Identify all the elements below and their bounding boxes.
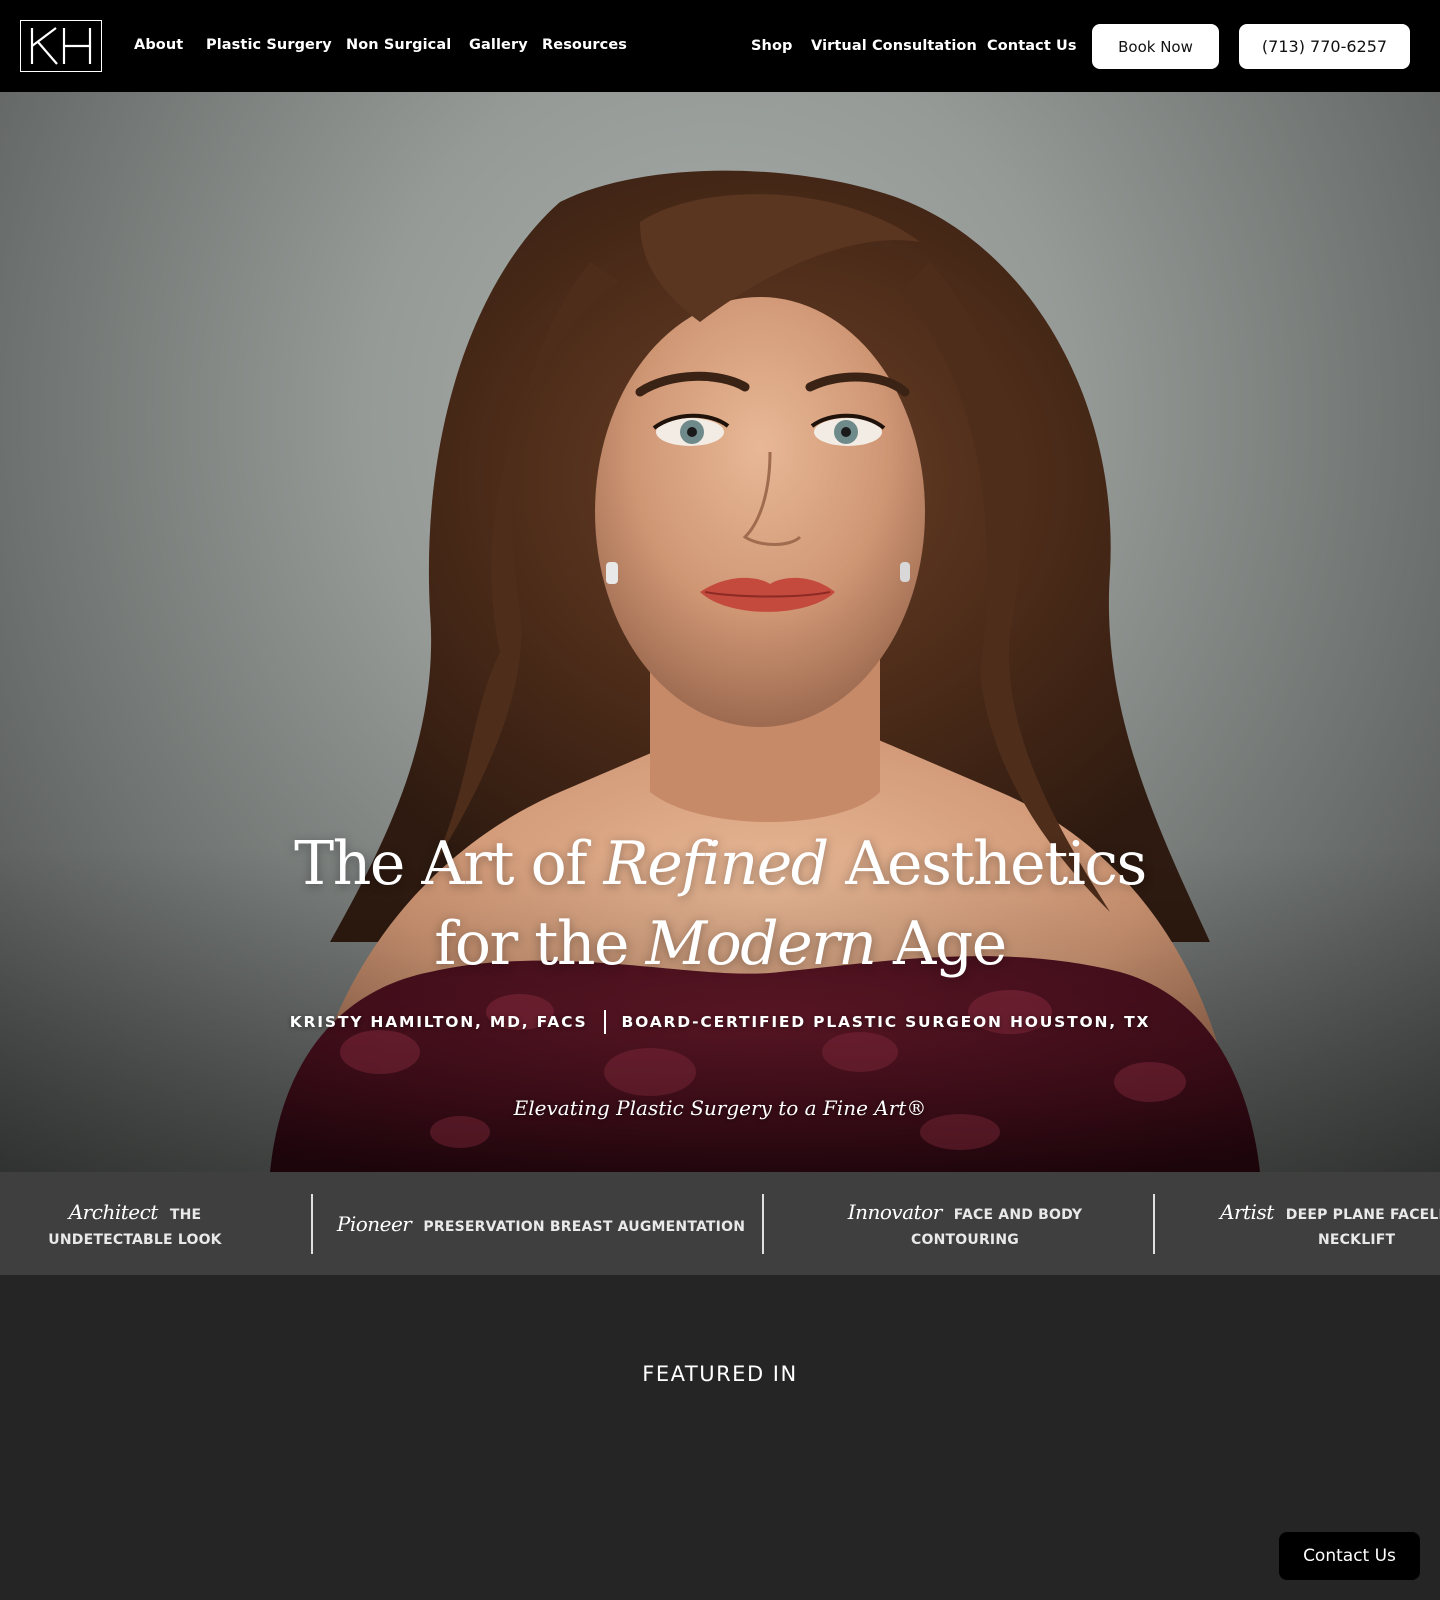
- surgeon-title: BOARD-CERTIFIED PLASTIC SURGEON HOUSTON,…: [621, 1013, 1151, 1031]
- surgeon-name: KRISTY HAMILTON, MD, FACS: [289, 1013, 588, 1031]
- specialty-desc: DEEP PLANE FACELIF: [1285, 1206, 1440, 1223]
- hero-section: The Art of Refined Aesthetics for the Mo…: [0, 92, 1440, 1172]
- nav-resources[interactable]: Resources: [542, 37, 627, 53]
- nav-shop[interactable]: Shop: [751, 38, 793, 54]
- strip-divider: [311, 1194, 313, 1254]
- hero-title-line-1: The Art of Refined Aesthetics: [294, 829, 1147, 899]
- specialty-desc-line2: UNDETECTABLE LOOK: [48, 1231, 222, 1248]
- nav-non-surgical[interactable]: Non Surgical: [346, 37, 451, 53]
- specialty-architect: Architect THE UNDETECTABLE LOOK: [40, 1172, 230, 1275]
- kh-monogram-icon: [30, 27, 92, 65]
- specialty-innovator: Innovator FACE AND BODY CONTOURING: [780, 1172, 1150, 1275]
- phone-button[interactable]: (713) 770-6257: [1239, 24, 1410, 69]
- kh-logo[interactable]: [20, 20, 102, 72]
- specialty-word: Artist: [1220, 1199, 1274, 1224]
- specialty-word: Architect: [68, 1199, 159, 1224]
- specialty-pioneer: Pioneer PRESERVATION BREAST AUGMENTATION: [320, 1172, 762, 1275]
- specialty-desc-line2: NECKLIFT: [1318, 1231, 1396, 1248]
- strip-divider: [762, 1194, 764, 1254]
- hero-title-line-2: for the Modern Age: [434, 909, 1007, 979]
- specialty-desc: FACE AND BODY: [953, 1206, 1083, 1223]
- nav-virtual-consultation[interactable]: Virtual Consultation: [811, 38, 977, 54]
- specialty-word: Innovator: [847, 1199, 943, 1224]
- featured-in-heading: FEATURED IN: [642, 1362, 798, 1386]
- credentials-divider: [603, 1010, 606, 1034]
- specialty-artist: Artist DEEP PLANE FACELIF NECKLIFT: [1220, 1172, 1440, 1275]
- top-navigation: About Plastic Surgery Non Surgical Galle…: [0, 0, 1440, 92]
- hero-tagline: Elevating Plastic Surgery to a Fine Art®: [513, 1096, 927, 1120]
- nav-plastic-surgery[interactable]: Plastic Surgery: [206, 37, 332, 53]
- book-now-button[interactable]: Book Now: [1092, 24, 1219, 69]
- floating-contact-button[interactable]: Contact Us: [1279, 1532, 1420, 1580]
- hero-credentials: KRISTY HAMILTON, MD, FACS BOARD-CERTIFIE…: [0, 1010, 1440, 1034]
- specialties-strip: Architect THE UNDETECTABLE LOOK Pioneer PR…: [0, 1172, 1440, 1275]
- nav-contact-us[interactable]: Contact Us: [987, 38, 1077, 54]
- strip-divider: [1153, 1194, 1155, 1254]
- nav-about[interactable]: About: [134, 37, 183, 53]
- nav-gallery[interactable]: Gallery: [469, 37, 528, 53]
- specialty-desc-line2: CONTOURING: [911, 1231, 1019, 1248]
- specialty-word: Pioneer: [336, 1211, 412, 1236]
- specialty-desc: PRESERVATION BREAST AUGMENTATION: [423, 1218, 746, 1235]
- specialty-desc: THE: [169, 1206, 202, 1223]
